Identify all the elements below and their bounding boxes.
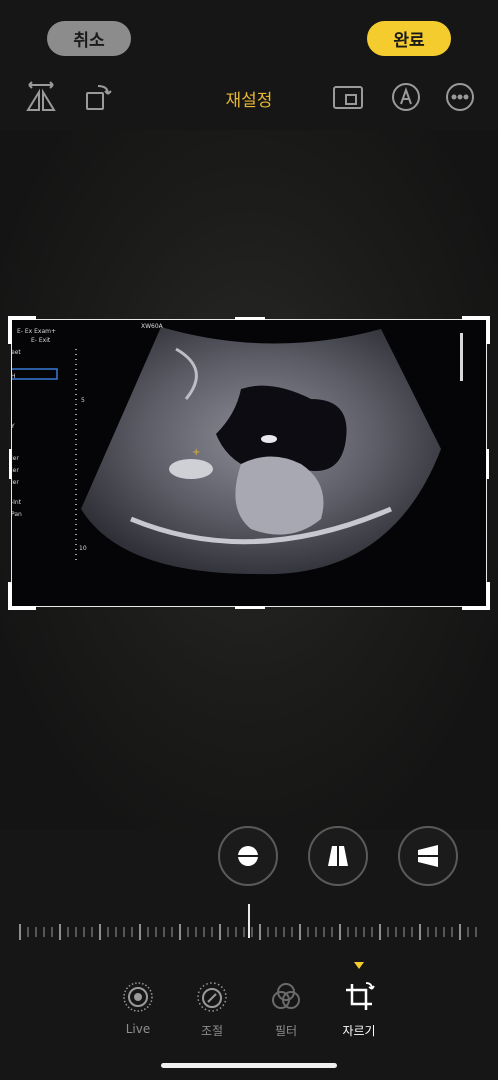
home-indicator xyxy=(161,1063,337,1068)
done-button[interactable]: 완료 xyxy=(367,21,451,56)
tab-filters[interactable]: 필터 xyxy=(256,980,316,1039)
more-options-icon[interactable] xyxy=(443,80,477,114)
horizontal-perspective-icon xyxy=(415,845,441,867)
filters-icon xyxy=(272,983,300,1009)
tab-label: 조절 xyxy=(200,1024,224,1038)
vertical-perspective-button[interactable] xyxy=(308,826,368,886)
vertical-perspective-icon xyxy=(328,843,348,869)
reset-button[interactable]: 재설정 xyxy=(200,86,298,111)
crop-handle-left[interactable] xyxy=(9,449,12,479)
tab-label: Live xyxy=(125,1022,151,1036)
crop-handle-top-left[interactable] xyxy=(8,316,36,344)
crop-frame[interactable] xyxy=(8,316,490,610)
adjust-dial-icon xyxy=(197,982,227,1012)
dial-indicator xyxy=(248,904,250,938)
tab-crop[interactable]: 자르기 xyxy=(329,980,389,1039)
flip-horizontal-icon[interactable] xyxy=(24,80,58,114)
straighten-icon xyxy=(235,846,261,866)
tab-label: 자르기 xyxy=(342,1024,376,1038)
horizontal-perspective-button[interactable] xyxy=(398,826,458,886)
tab-adjust[interactable]: 조절 xyxy=(182,980,242,1039)
straighten-button[interactable] xyxy=(218,826,278,886)
crop-handle-bottom[interactable] xyxy=(235,606,265,609)
tab-live[interactable]: Live xyxy=(108,980,168,1036)
crop-handle-right[interactable] xyxy=(486,449,489,479)
rotate-icon[interactable] xyxy=(82,80,116,114)
crop-rotate-icon xyxy=(346,982,375,1010)
crop-handle-bottom-left[interactable] xyxy=(8,582,36,610)
tab-label: 필터 xyxy=(274,1024,298,1038)
cancel-button[interactable]: 취소 xyxy=(47,21,131,56)
crop-handle-bottom-right[interactable] xyxy=(462,582,490,610)
active-tab-indicator xyxy=(354,962,364,969)
aspect-ratio-icon[interactable] xyxy=(331,80,365,114)
live-photo-icon xyxy=(123,982,153,1012)
markup-icon[interactable] xyxy=(389,80,423,114)
crop-handle-top-right[interactable] xyxy=(462,316,490,344)
crop-handle-top[interactable] xyxy=(235,317,265,320)
